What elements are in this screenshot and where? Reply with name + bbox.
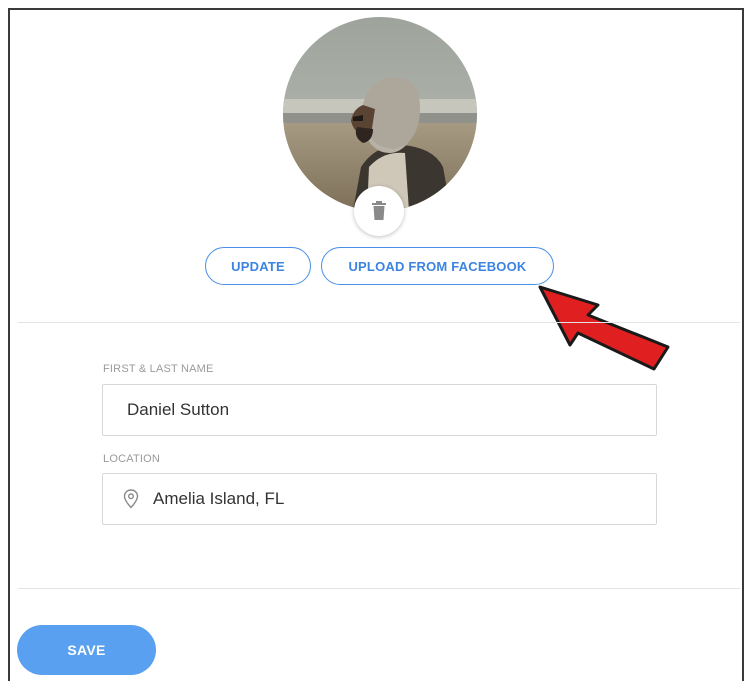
upload-from-facebook-button[interactable]: UPLOAD FROM FACEBOOK bbox=[321, 247, 554, 285]
save-button[interactable]: SAVE bbox=[17, 625, 156, 675]
trash-icon bbox=[372, 201, 386, 220]
location-field-label: LOCATION bbox=[103, 453, 161, 465]
name-input-value: Daniel Sutton bbox=[127, 400, 230, 419]
location-input-value: Amelia Island, FL bbox=[153, 489, 285, 508]
location-input[interactable]: Amelia Island, FL bbox=[102, 473, 657, 525]
profile-photo-image bbox=[283, 17, 477, 211]
red-arrow-annotation bbox=[538, 285, 670, 371]
name-field-label: FIRST & LAST NAME bbox=[103, 363, 214, 375]
delete-photo-button[interactable] bbox=[354, 186, 404, 236]
footer-divider bbox=[18, 588, 740, 589]
profile-avatar[interactable] bbox=[283, 17, 477, 211]
update-photo-button[interactable]: UPDATE bbox=[205, 247, 311, 285]
section-divider bbox=[18, 322, 740, 323]
location-pin-icon bbox=[123, 489, 139, 509]
name-input[interactable]: Daniel Sutton bbox=[102, 384, 657, 436]
